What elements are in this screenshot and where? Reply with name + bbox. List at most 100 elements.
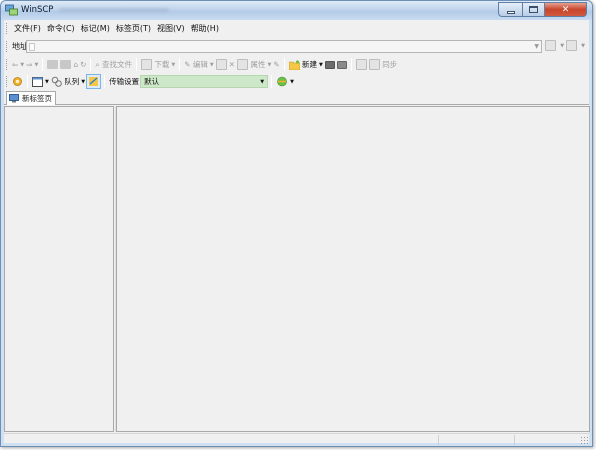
menu-tabs[interactable]: 标签页(T)	[113, 20, 154, 37]
chevron-down-icon: ▼	[319, 61, 323, 68]
toolbar-separator	[104, 75, 106, 88]
maximize-icon	[529, 6, 538, 13]
back-button[interactable]: ⇐ ▼	[11, 57, 25, 72]
chevron-down-icon[interactable]: ▼	[534, 43, 539, 50]
local-directory-tree[interactable]	[4, 106, 114, 432]
new-file-button[interactable]	[324, 57, 336, 72]
properties-icon	[237, 59, 249, 70]
chevron-down-icon: ▼	[267, 61, 272, 68]
menu-commands[interactable]: 命令(C)	[44, 20, 78, 37]
address-tools: ▼ ▼	[545, 40, 585, 51]
gear-icon	[13, 77, 22, 86]
transfer-settings-select[interactable]: 默认 ▼	[140, 75, 269, 88]
transfer-options-button[interactable]	[86, 74, 102, 89]
new-folder-icon	[288, 59, 300, 70]
chevron-down-icon: ▼	[260, 78, 265, 85]
toolbar-separator	[135, 58, 137, 71]
properties-button[interactable]: 属性 ▼	[236, 57, 272, 72]
sync-button[interactable]: 同步	[368, 57, 398, 72]
status-cell	[514, 435, 515, 445]
toolbar-grip[interactable]	[6, 23, 9, 34]
rename-button[interactable]: ✎	[272, 57, 280, 72]
home-directory-button[interactable]: ⌂	[72, 57, 79, 72]
compare-directories-icon	[355, 59, 367, 70]
new-button[interactable]: 新建 ▼	[288, 57, 324, 72]
menu-view[interactable]: 视图(V)	[154, 20, 188, 37]
file-toolbar: ⇐ ▼ ⇒ ▼ ⌂ ↻ ⌕ 查找文件 下载 ▼ ✎ 编辑 ▼ ✕ 属性 ▼ ✎ 新建 ▼	[4, 56, 589, 73]
address-input[interactable]: ▼	[26, 40, 542, 53]
chevron-down-icon: ▼	[209, 61, 214, 68]
toolbar-separator	[42, 58, 44, 71]
refresh-button[interactable]: ↻	[79, 57, 87, 72]
status-cell	[438, 435, 439, 445]
window-title: WinSCP	[21, 5, 54, 15]
toolbar-separator	[27, 75, 28, 88]
sync-label: 同步	[382, 60, 398, 69]
home-icon: ⌂	[73, 60, 79, 69]
toolbar-separator	[350, 58, 352, 71]
sync-icon	[368, 59, 380, 70]
chevron-down-icon[interactable]: ▼	[581, 43, 585, 49]
caption-buttons: ✕	[498, 2, 587, 17]
menu-mark[interactable]: 标记(M)	[78, 20, 113, 37]
menu-file[interactable]: 文件(F)	[11, 20, 44, 37]
resize-grip-icon[interactable]	[580, 436, 588, 444]
tab-label: 新标签页	[22, 94, 52, 103]
download-icon	[140, 59, 152, 70]
new-link-icon	[336, 60, 347, 69]
view-options-button[interactable]: ▼	[31, 74, 50, 89]
download-label: 下载	[154, 60, 170, 69]
chevron-down-icon: ▼	[45, 78, 49, 85]
chevron-down-icon: ▼	[34, 61, 39, 68]
maximize-button[interactable]	[523, 2, 545, 17]
new-link-button[interactable]	[336, 57, 348, 72]
toolbar-grip[interactable]	[6, 59, 9, 70]
parent-folder-icon	[47, 60, 59, 69]
status-bar	[4, 433, 589, 445]
edit-button[interactable]: ✎ 编辑 ▼	[183, 57, 215, 72]
delete-button[interactable]: ✕	[228, 57, 236, 72]
copy-button[interactable]	[215, 57, 228, 72]
edit-label: 编辑	[192, 60, 208, 69]
delete-icon: ✕	[228, 60, 236, 69]
transfer-settings-label: 传输设置	[109, 77, 140, 86]
forward-button[interactable]: ⇒ ▼	[25, 57, 39, 72]
open-directory-icon[interactable]	[545, 40, 557, 51]
parent-directory-button[interactable]	[46, 57, 59, 72]
queue-label: 队列	[64, 77, 80, 86]
toolbar-separator	[90, 58, 92, 71]
chevron-down-icon[interactable]: ▼	[560, 43, 564, 49]
menu-bar: 文件(F) 命令(C) 标记(M) 标签页(T) 视图(V) 帮助(H)	[4, 20, 589, 37]
find-files-button[interactable]: ⌕ 查找文件	[94, 57, 133, 72]
chevron-down-icon: ▼	[290, 78, 294, 85]
edit-icon: ✎	[184, 60, 191, 69]
queue-button[interactable]: 队列 ▼	[50, 74, 86, 89]
monitor-icon	[9, 94, 19, 103]
properties-label: 属性	[250, 60, 266, 69]
queue-icon	[51, 76, 62, 87]
title-bar[interactable]: WinSCP ✕	[1, 1, 592, 20]
address-bar: 地址 ▼ ▼ ▼	[4, 38, 589, 55]
toolbar-grip[interactable]	[6, 76, 9, 87]
tab-new-tab[interactable]: 新标签页	[6, 91, 56, 105]
rename-icon: ✎	[273, 60, 280, 69]
copy-icon	[215, 59, 227, 70]
filter-icon[interactable]	[566, 40, 578, 51]
transfer-settings-icon	[89, 77, 99, 86]
minimize-button[interactable]	[498, 2, 523, 17]
menu-help[interactable]: 帮助(H)	[188, 20, 222, 37]
compare-button[interactable]	[355, 57, 368, 72]
toolbar-grip[interactable]	[6, 41, 9, 52]
new-file-icon	[324, 60, 335, 69]
chevron-down-icon: ▼	[20, 61, 25, 68]
app-window: WinSCP ✕ 文件(F) 命令(C) 标记(M) 标签页(T) 视图(V) …	[0, 0, 593, 447]
chevron-down-icon: ▼	[171, 61, 176, 68]
close-button[interactable]: ✕	[545, 2, 587, 17]
download-button[interactable]: 下载 ▼	[140, 57, 176, 72]
session-button[interactable]: ▼	[275, 74, 295, 89]
winscp-app-icon	[5, 4, 18, 16]
root-directory-button[interactable]	[59, 57, 72, 72]
preferences-button[interactable]	[11, 74, 24, 89]
file-list-panel[interactable]	[116, 106, 590, 432]
search-icon: ⌕	[95, 59, 100, 69]
